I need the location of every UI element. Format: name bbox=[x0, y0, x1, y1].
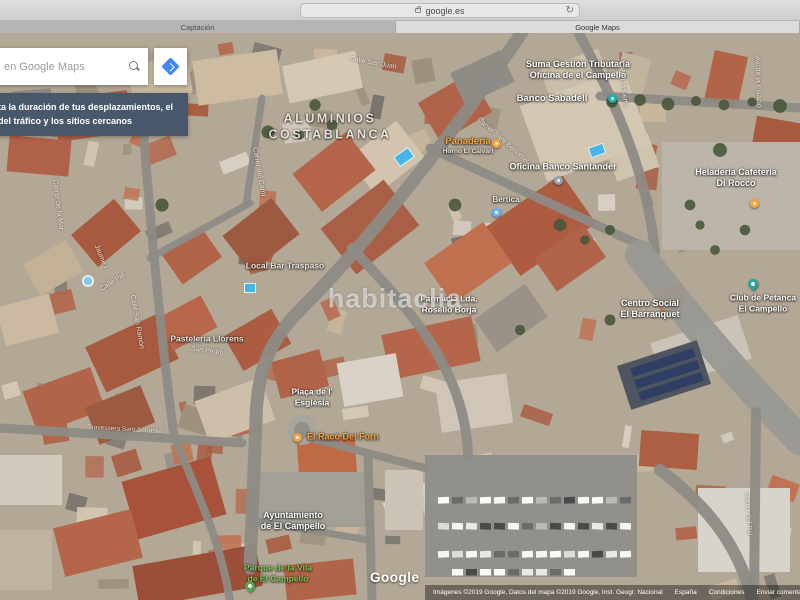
food-marker-forn[interactable] bbox=[293, 433, 302, 442]
poi-label-bertica[interactable]: Bertica bbox=[492, 195, 519, 205]
poi-label-local-bar-traspaso[interactable]: Local Bar Traspaso bbox=[246, 261, 324, 272]
street-label-calle-pal: Calle Pal bbox=[99, 272, 127, 295]
maps-search-input[interactable] bbox=[2, 60, 129, 74]
travel-time-tooltip: ta la duración de tus desplazamientos, e… bbox=[0, 93, 188, 136]
directions-button[interactable] bbox=[154, 48, 187, 85]
tab-strip: Captación Google Maps bbox=[0, 21, 800, 33]
tab-google-maps[interactable]: Google Maps bbox=[396, 21, 800, 33]
map-region: España bbox=[675, 589, 697, 596]
street-label-carrer-de-la-mar: Carrer de la Mar bbox=[50, 179, 65, 231]
terms-link[interactable]: Condiciones bbox=[709, 589, 745, 596]
directions-icon bbox=[161, 57, 179, 75]
street-label-carrer-del-pal: Carrer del Pal bbox=[741, 492, 753, 536]
street-label-jaume-i: Jaume I bbox=[91, 244, 108, 270]
browser-toolbar: google.es ↻ bbox=[0, 0, 800, 21]
google-logo: Google bbox=[370, 570, 420, 585]
tooltip-line-2: del tráfico y los sitios cercanos bbox=[0, 114, 180, 128]
habitaclia-watermark: habitaclia bbox=[328, 284, 463, 315]
attribution-bar: Imágenes ©2019 Google, Datos del mapa ©2… bbox=[425, 585, 800, 600]
tab-captacion[interactable]: Captación bbox=[0, 21, 396, 33]
street-label-san-pedro: San Pedro bbox=[190, 345, 224, 358]
street-label-travessera-sant-sebastia: Travessera Sant Sebastià bbox=[88, 424, 163, 436]
lock-icon bbox=[415, 8, 421, 13]
poi-label-parque[interactable]: Parque de la Vilade El Campello bbox=[244, 562, 312, 583]
poi-label-panaderia[interactable]: PanaderíaHorno El Calvari bbox=[443, 136, 494, 156]
poi-label-banco-sabadell[interactable]: Banco Sabadell bbox=[517, 93, 588, 105]
url-text: google.es bbox=[425, 6, 464, 16]
bank-marker-sabadell[interactable] bbox=[608, 94, 617, 103]
street-label-calle-san-ramon: Calle San Ramón bbox=[127, 294, 145, 350]
poi-label-el-raco-del-forn[interactable]: El Racó Del Forn bbox=[307, 431, 379, 442]
poi-label-placa-esglesia[interactable]: Plaça de l'Església bbox=[291, 386, 332, 407]
poi-label-heladeria-cafeteria[interactable]: Heladería CafeteríaDi Rocco bbox=[695, 167, 777, 190]
poi-label-centro-social-el-barranquet[interactable]: Centro SocialEl Barranquet bbox=[620, 298, 679, 321]
poi-label-pasteleria-llorens[interactable]: Pastelería Llorens bbox=[170, 334, 243, 345]
maps-search-box[interactable] bbox=[0, 48, 148, 85]
food-marker-heladeria[interactable] bbox=[750, 199, 759, 208]
shop-marker-bertica[interactable] bbox=[492, 208, 501, 217]
street-label-av-de-la-estacio: Av. de la Estació bbox=[752, 56, 763, 108]
map-copyright: Imágenes ©2019 Google, Datos del mapa ©2… bbox=[433, 589, 663, 596]
poi-label-ayuntamiento[interactable]: Ayuntamientode El Campello bbox=[261, 510, 326, 533]
street-label-calle-san-juan: Calle San Juan bbox=[349, 56, 397, 73]
map-canvas[interactable]: ALUMINIOSCOSTABLANCASuma Gestión Tributa… bbox=[0, 33, 800, 600]
place-pin-petanca[interactable] bbox=[746, 277, 760, 291]
url-bar[interactable]: google.es ↻ bbox=[300, 3, 580, 18]
bank-marker-santander[interactable] bbox=[554, 176, 563, 185]
tooltip-line-1: ta la duración de tus desplazamientos, e… bbox=[0, 100, 180, 114]
street-label-carrer-del-cami: Carrer del Camí bbox=[249, 147, 266, 198]
bakery-marker[interactable] bbox=[492, 139, 501, 148]
poi-label-club-petanca[interactable]: Club de PetancaEl Campello bbox=[730, 292, 796, 313]
poi-label-aluminios-costablanca[interactable]: ALUMINIOSCOSTABLANCA bbox=[268, 111, 391, 142]
feedback-link[interactable]: Enviar comentarios bbox=[756, 589, 800, 596]
refresh-icon[interactable]: ↻ bbox=[566, 4, 574, 17]
search-icon[interactable] bbox=[129, 61, 140, 72]
